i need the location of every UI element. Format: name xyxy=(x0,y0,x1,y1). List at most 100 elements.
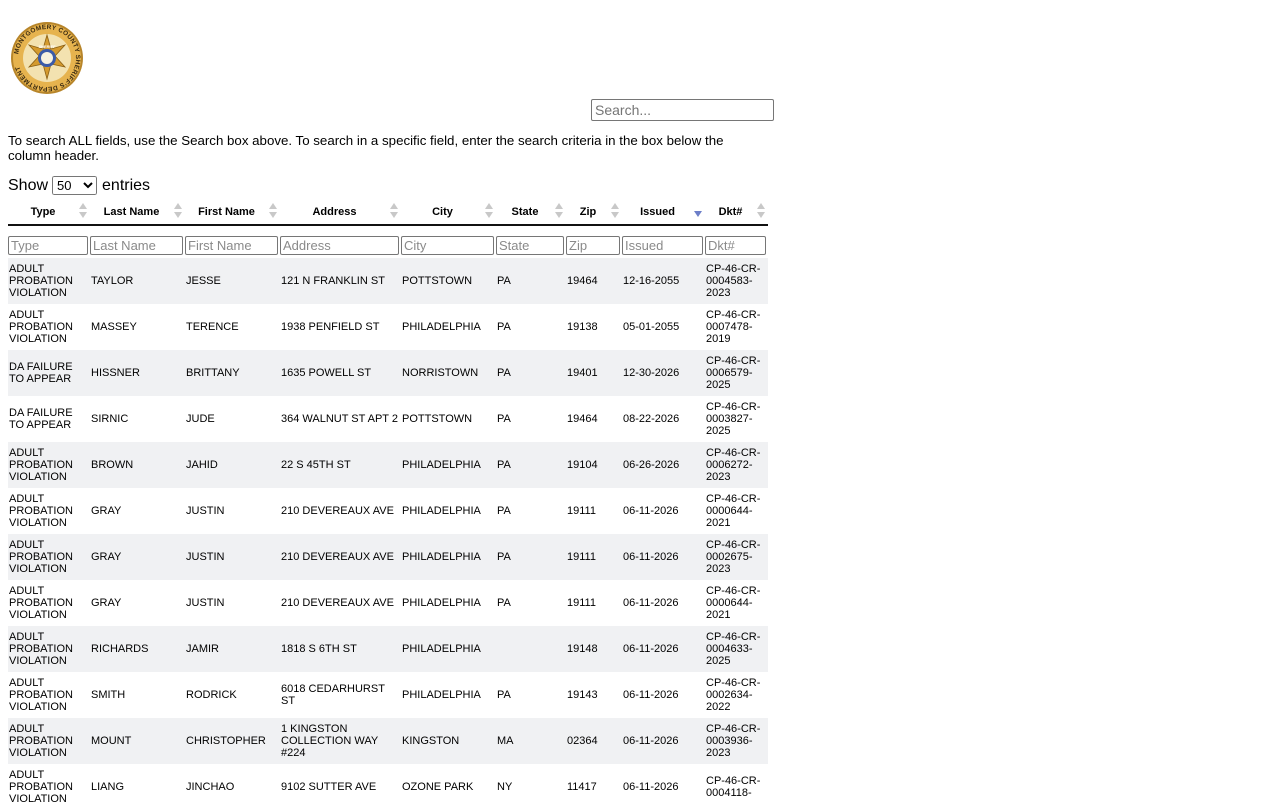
column-header-zip[interactable]: Zip xyxy=(566,200,622,226)
city-cell: PHILADELPHIA xyxy=(402,689,481,701)
address-cell: 364 WALNUT ST APT 2 xyxy=(281,413,398,425)
city-cell: POTTSTOWN xyxy=(401,258,496,304)
issued-cell: 06-11-2026 xyxy=(623,597,679,609)
address-cell: 1938 PENFIELD ST xyxy=(281,321,380,333)
type-cell: ADULT PROBATION VIOLATION xyxy=(9,585,73,621)
city-cell: OZONE PARK xyxy=(402,781,474,793)
column-header-label: State xyxy=(511,206,539,218)
docket-cell: CP-46-CR-0004583-2023 xyxy=(705,258,768,304)
sort-both-icon xyxy=(485,203,493,221)
city-cell: PHILADELPHIA xyxy=(401,534,496,580)
filter-input-type[interactable] xyxy=(8,236,88,255)
table-row[interactable]: ADULT PROBATION VIOLATION SMITH RODRICK 601… xyxy=(8,672,768,718)
first-name-cell: TERENCE xyxy=(186,321,239,333)
state-cell: PA xyxy=(497,597,511,609)
show-label: Show xyxy=(8,176,49,194)
last-name-cell: MOUNT xyxy=(90,718,185,764)
entries-length-control: Show 102550100 entries xyxy=(8,176,150,195)
issued-cell: 06-11-2026 xyxy=(623,505,679,517)
filter-cell xyxy=(8,225,90,258)
column-header-type[interactable]: Type xyxy=(8,200,90,226)
filter-input-dkt[interactable] xyxy=(705,236,766,255)
filter-input-address[interactable] xyxy=(280,236,399,255)
filter-input-last-name[interactable] xyxy=(90,236,183,255)
first-name-cell: JUSTIN xyxy=(186,597,225,609)
type-cell: DA FAILURE TO APPEAR xyxy=(9,407,73,431)
table-row[interactable]: ADULT PROBATION VIOLATION RICHARDS JAMIR 18… xyxy=(8,626,768,672)
issued-cell: 06-11-2026 xyxy=(622,626,705,672)
search-instructions: To search ALL fields, use the Search box… xyxy=(8,133,724,163)
column-header-label: Type xyxy=(30,206,56,218)
global-search-input[interactable] xyxy=(591,99,774,121)
zip-cell: 19401 xyxy=(566,350,622,396)
docket-cell: CP-46-CR-0003827-2025 xyxy=(706,401,761,437)
badge-star-text: SHERIFF xyxy=(38,44,56,49)
table-row[interactable]: ADULT PROBATION VIOLATION GRAY JUSTIN 210 D… xyxy=(8,488,768,534)
state-cell: PA xyxy=(497,689,511,701)
state-cell: MA xyxy=(496,718,566,764)
type-cell: ADULT PROBATION VIOLATION xyxy=(8,718,90,764)
issued-cell: 12-16-2055 xyxy=(622,258,705,304)
table-row[interactable]: ADULT PROBATION VIOLATION GRAY JUSTIN 210 D… xyxy=(8,534,768,580)
zip-cell: 19104 xyxy=(566,442,622,488)
zip-cell: 19111 xyxy=(567,597,596,609)
table-row[interactable]: ADULT PROBATION VIOLATION MASSEY TERENCE 19… xyxy=(8,304,768,350)
sort-both-icon xyxy=(390,203,398,221)
sheriff-badge-icon: MONTGOMERY COUNTY SHERIFF'S DEPARTMENT S… xyxy=(11,22,83,94)
table-row[interactable]: DA FAILURE TO APPEAR SIRNIC JUDE 364 WALNUT… xyxy=(8,396,768,442)
filter-cell xyxy=(280,225,401,258)
address-cell: 210 DEVEREAUX AVE xyxy=(280,534,401,580)
city-cell: POTTSTOWN xyxy=(402,413,473,425)
city-cell: PHILADELPHIA xyxy=(402,505,481,517)
type-cell: ADULT PROBATION VIOLATION xyxy=(9,309,73,345)
table-row[interactable]: DA FAILURE TO APPEAR HISSNER BRITTANY 1635 … xyxy=(8,350,768,396)
first-name-cell: BRITTANY xyxy=(185,350,280,396)
filter-input-city[interactable] xyxy=(401,236,494,255)
entries-select[interactable]: 102550100 xyxy=(52,176,98,195)
zip-cell: 19148 xyxy=(566,626,622,672)
filter-input-state[interactable] xyxy=(496,236,564,255)
column-header-issued[interactable]: Issued xyxy=(622,200,705,226)
last-name-cell: LIANG xyxy=(91,781,125,793)
first-name-cell: JINCHAO xyxy=(186,781,235,793)
state-cell: PA xyxy=(496,258,566,304)
city-cell: PHILADELPHIA xyxy=(401,442,496,488)
filter-cell xyxy=(401,225,496,258)
column-header-label: Last Name xyxy=(103,206,160,218)
docket-cell: CP-46-CR-0000644-2021 xyxy=(706,585,761,621)
table-row[interactable]: ADULT PROBATION VIOLATION MOUNT CHRISTOPHE… xyxy=(8,718,768,764)
column-header-dkt[interactable]: Dkt# xyxy=(705,200,768,226)
column-header-first-name[interactable]: First Name xyxy=(185,200,280,226)
issued-cell: 06-11-2026 xyxy=(622,718,705,764)
docket-cell: CP-46-CR-0006272-2023 xyxy=(705,442,768,488)
last-name-cell: GRAY xyxy=(91,505,122,517)
docket-cell: CP-46-CR-0002634-2022 xyxy=(706,677,761,713)
address-cell: 1635 POWELL ST xyxy=(280,350,401,396)
table-row[interactable]: ADULT PROBATION VIOLATION TAYLOR JESSE 121 … xyxy=(8,258,768,304)
sort-both-icon xyxy=(555,203,563,221)
column-header-state[interactable]: State xyxy=(496,200,566,226)
filter-input-first-name[interactable] xyxy=(185,236,278,255)
city-cell: PHILADELPHIA xyxy=(401,626,496,672)
table-row[interactable]: ADULT PROBATION VIOLATION BROWN JAHID 22 S … xyxy=(8,442,768,488)
first-name-cell: JESSE xyxy=(185,258,280,304)
table-row[interactable]: ADULT PROBATION VIOLATION GRAY JUSTIN 210 D… xyxy=(8,580,768,626)
column-header-label: City xyxy=(432,206,453,218)
filter-cell xyxy=(496,225,566,258)
type-cell: ADULT PROBATION VIOLATION xyxy=(9,493,73,529)
type-cell: ADULT PROBATION VIOLATION xyxy=(8,626,90,672)
table-row[interactable]: ADULT PROBATION VIOLATION LIANG JINCHAO 910… xyxy=(8,764,768,810)
column-header-city[interactable]: City xyxy=(401,200,496,226)
zip-cell: 19143 xyxy=(567,689,598,701)
docket-cell: CP-46-CR-0002675-2023 xyxy=(705,534,768,580)
column-header-address[interactable]: Address xyxy=(280,200,401,226)
city-cell: PHILADELPHIA xyxy=(402,321,481,333)
filter-input-zip[interactable] xyxy=(566,236,620,255)
type-cell: ADULT PROBATION VIOLATION xyxy=(8,534,90,580)
state-cell: PA xyxy=(497,321,511,333)
sort-both-icon xyxy=(611,203,619,221)
filter-input-issued[interactable] xyxy=(622,236,703,255)
docket-cell: CP-46-CR-0004118- xyxy=(706,775,761,799)
docket-cell: CP-46-CR-0000644-2021 xyxy=(706,493,761,529)
column-header-last-name[interactable]: Last Name xyxy=(90,200,185,226)
